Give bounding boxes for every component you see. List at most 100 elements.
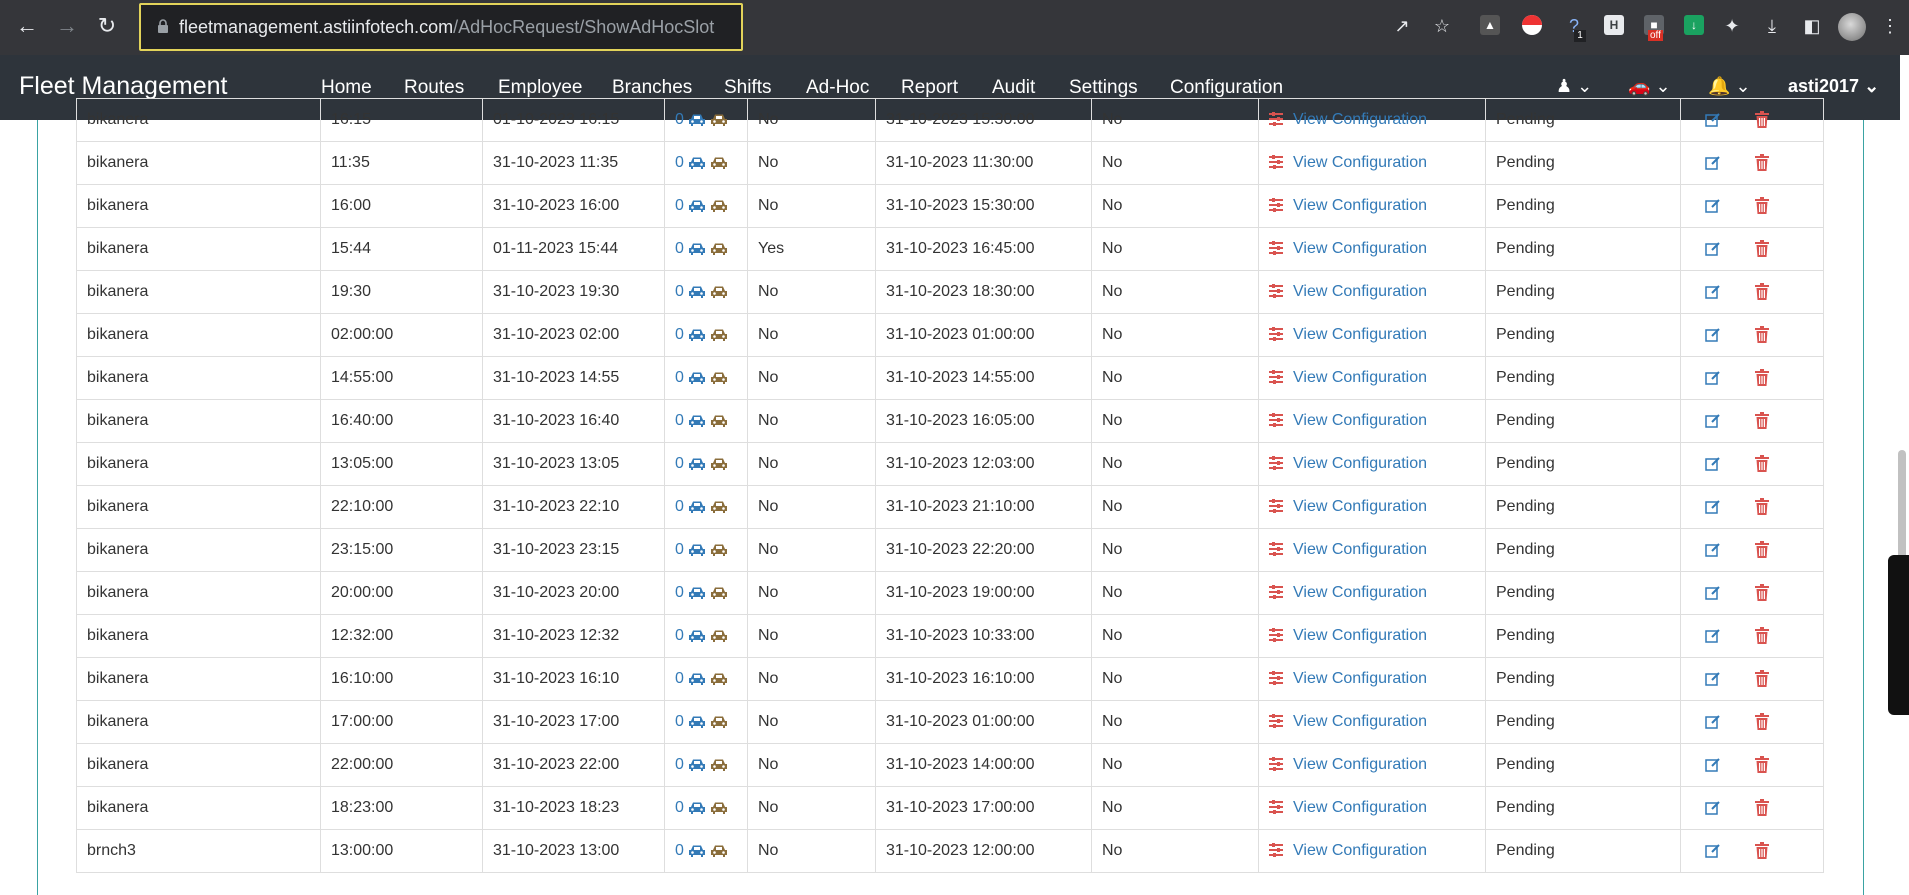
edit-icon[interactable] <box>1705 241 1721 257</box>
h-extension-icon[interactable]: H <box>1604 15 1624 35</box>
vehicle-count-link[interactable]: 0 <box>675 756 684 773</box>
share-icon[interactable]: ↗ <box>1390 14 1414 38</box>
trash-icon[interactable] <box>1755 111 1769 128</box>
view-configuration-link[interactable]: View Configuration <box>1293 455 1427 472</box>
vehicle-count-link[interactable]: 0 <box>675 584 684 601</box>
edit-icon[interactable] <box>1705 499 1721 515</box>
nav-shifts[interactable]: Shifts <box>724 77 772 99</box>
vehicle-count-link[interactable]: 0 <box>675 412 684 429</box>
scrollbar-thumb[interactable] <box>1898 450 1906 570</box>
edit-icon[interactable] <box>1705 542 1721 558</box>
address-bar[interactable]: fleetmanagement.astiinfotech.com/AdHocRe… <box>139 3 743 51</box>
vehicle-count-link[interactable]: 0 <box>675 369 684 386</box>
trash-icon[interactable] <box>1755 842 1769 859</box>
nav-configuration[interactable]: Configuration <box>1170 77 1283 99</box>
vehicle-count-link[interactable]: 0 <box>675 498 684 515</box>
view-configuration-link[interactable]: View Configuration <box>1293 713 1427 730</box>
vehicle-count-link[interactable]: 0 <box>675 326 684 343</box>
nav-branches[interactable]: Branches <box>612 77 692 99</box>
side-panel-icon[interactable]: ◧ <box>1800 14 1824 38</box>
extension-icon-1[interactable]: ▲ <box>1480 15 1500 35</box>
trash-icon[interactable] <box>1755 455 1769 472</box>
vehicle-count-link[interactable]: 0 <box>675 842 684 859</box>
edit-icon[interactable] <box>1705 585 1721 601</box>
trash-icon[interactable] <box>1755 713 1769 730</box>
view-configuration-link[interactable]: View Configuration <box>1293 154 1427 171</box>
view-configuration-link[interactable]: View Configuration <box>1293 541 1427 558</box>
edit-icon[interactable] <box>1705 112 1721 128</box>
download-extension-icon[interactable]: ↓ <box>1684 15 1704 35</box>
edit-icon[interactable] <box>1705 800 1721 816</box>
vehicle-count-link[interactable]: 0 <box>675 627 684 644</box>
trash-icon[interactable] <box>1755 283 1769 300</box>
reload-icon[interactable]: ↻ <box>93 12 121 40</box>
notification-dropdown[interactable]: 🔔 ⌄ <box>1708 76 1751 97</box>
view-configuration-link[interactable]: View Configuration <box>1293 283 1427 300</box>
edit-icon[interactable] <box>1705 757 1721 773</box>
brand-title[interactable]: Fleet Management <box>19 72 227 101</box>
trash-icon[interactable] <box>1755 799 1769 816</box>
pokeball-extension-icon[interactable] <box>1522 15 1542 35</box>
trash-icon[interactable] <box>1755 756 1769 773</box>
view-configuration-link[interactable]: View Configuration <box>1293 412 1427 429</box>
chrome-menu-icon[interactable]: ⋮ <box>1878 14 1902 38</box>
edit-icon[interactable] <box>1705 714 1721 730</box>
account-dropdown[interactable]: asti2017 ⌄ <box>1788 76 1879 97</box>
trash-icon[interactable] <box>1755 326 1769 343</box>
view-configuration-link[interactable]: View Configuration <box>1293 498 1427 515</box>
nav-report[interactable]: Report <box>901 77 958 99</box>
view-configuration-link[interactable]: View Configuration <box>1293 326 1427 343</box>
trash-icon[interactable] <box>1755 498 1769 515</box>
edit-icon[interactable] <box>1705 628 1721 644</box>
vehicle-count-link[interactable]: 0 <box>675 283 684 300</box>
edit-icon[interactable] <box>1705 456 1721 472</box>
back-arrow-icon[interactable]: ← <box>13 12 41 40</box>
vehicle-count-link[interactable]: 0 <box>675 541 684 558</box>
view-configuration-link[interactable]: View Configuration <box>1293 584 1427 601</box>
view-configuration-link[interactable]: View Configuration <box>1293 111 1427 128</box>
edit-icon[interactable] <box>1705 413 1721 429</box>
edit-icon[interactable] <box>1705 155 1721 171</box>
trash-icon[interactable] <box>1755 412 1769 429</box>
vehicle-count-link[interactable]: 0 <box>675 455 684 472</box>
view-configuration-link[interactable]: View Configuration <box>1293 369 1427 386</box>
vehicle-count-link[interactable]: 0 <box>675 670 684 687</box>
user-dropdown[interactable]: ♟ ⌄ <box>1556 76 1592 97</box>
view-configuration-link[interactable]: View Configuration <box>1293 842 1427 859</box>
view-configuration-link[interactable]: View Configuration <box>1293 799 1427 816</box>
nav-audit[interactable]: Audit <box>992 77 1035 99</box>
vehicle-dropdown[interactable]: 🚗 ⌄ <box>1628 76 1671 97</box>
trash-icon[interactable] <box>1755 541 1769 558</box>
downloads-icon[interactable]: ⤓ <box>1760 14 1784 38</box>
trash-icon[interactable] <box>1755 197 1769 214</box>
nav-adhoc[interactable]: Ad-Hoc <box>806 77 869 99</box>
forward-arrow-icon[interactable]: → <box>53 12 81 40</box>
trash-icon[interactable] <box>1755 240 1769 257</box>
trash-icon[interactable] <box>1755 584 1769 601</box>
vehicle-count-link[interactable]: 0 <box>675 197 684 214</box>
trash-icon[interactable] <box>1755 154 1769 171</box>
edit-icon[interactable] <box>1705 284 1721 300</box>
bookmark-star-icon[interactable]: ☆ <box>1430 14 1454 38</box>
trash-icon[interactable] <box>1755 627 1769 644</box>
edit-icon[interactable] <box>1705 198 1721 214</box>
nav-routes[interactable]: Routes <box>404 77 464 99</box>
vehicle-count-link[interactable]: 0 <box>675 154 684 171</box>
view-configuration-link[interactable]: View Configuration <box>1293 197 1427 214</box>
view-configuration-link[interactable]: View Configuration <box>1293 756 1427 773</box>
edit-icon[interactable] <box>1705 671 1721 687</box>
view-configuration-link[interactable]: View Configuration <box>1293 240 1427 257</box>
nav-home[interactable]: Home <box>321 77 372 99</box>
trash-icon[interactable] <box>1755 670 1769 687</box>
vehicle-count-link[interactable]: 0 <box>675 799 684 816</box>
floating-toolbar[interactable] <box>1888 555 1909 715</box>
vehicle-count-link[interactable]: 0 <box>675 111 684 128</box>
vehicle-count-link[interactable]: 0 <box>675 240 684 257</box>
edit-icon[interactable] <box>1705 327 1721 343</box>
edit-icon[interactable] <box>1705 843 1721 859</box>
nav-employee[interactable]: Employee <box>498 77 583 99</box>
edit-icon[interactable] <box>1705 370 1721 386</box>
puzzle-extensions-icon[interactable]: ✦ <box>1720 14 1744 38</box>
trash-icon[interactable] <box>1755 369 1769 386</box>
profile-avatar[interactable] <box>1838 13 1866 41</box>
